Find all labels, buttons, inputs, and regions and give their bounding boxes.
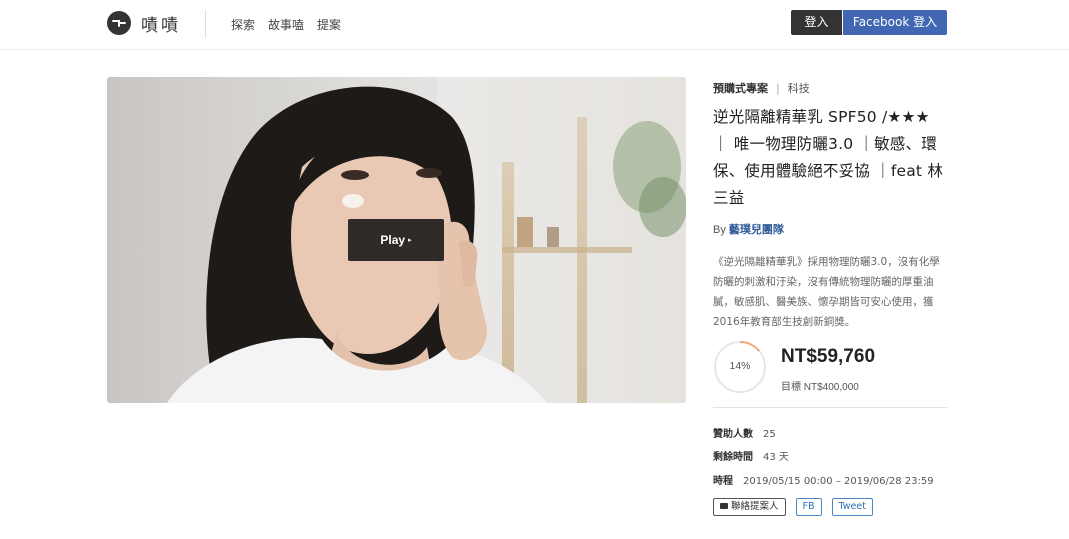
stats-divider bbox=[713, 407, 947, 408]
goal-amount: 目標 NT$400,000 bbox=[781, 382, 859, 393]
login-button[interactable]: 登入 bbox=[791, 10, 842, 35]
backers-value: 25 bbox=[763, 429, 776, 440]
backers-label: 贊助人數 bbox=[713, 429, 753, 440]
play-icon: ▸ bbox=[408, 237, 412, 244]
remaining-value: 43 天 bbox=[763, 452, 789, 463]
meta-separator: | bbox=[776, 82, 780, 95]
contact-label: 聯絡提案人 bbox=[731, 501, 779, 512]
logo-icon[interactable] bbox=[107, 11, 131, 35]
remaining-label: 剩餘時間 bbox=[713, 452, 753, 463]
backers-stat: 贊助人數 25 bbox=[713, 425, 776, 440]
raised-amount: NT$59,760 bbox=[781, 346, 876, 367]
project-meta: 預購式專案 | 科技 bbox=[713, 80, 810, 96]
project-video[interactable]: Play ▸ bbox=[107, 77, 686, 403]
facebook-login-button[interactable]: Facebook 登入 bbox=[843, 10, 947, 35]
contact-proposer-button[interactable]: 聯絡提案人 bbox=[713, 498, 786, 516]
play-button[interactable]: Play ▸ bbox=[348, 219, 444, 261]
play-label: Play bbox=[380, 233, 406, 247]
remaining-stat: 剩餘時間 43 天 bbox=[713, 448, 789, 463]
nav-stories[interactable]: 故事嗑 bbox=[268, 16, 304, 33]
period-stat: 時程 2019/05/15 00:00 – 2019/06/28 23:59 bbox=[713, 472, 934, 487]
project-description: 《逆光隔離精華乳》採用物理防曬3.0，沒有化學防曬的刺激和汙染，沒有傳統物理防曬… bbox=[713, 256, 940, 328]
logo-text[interactable]: 嘖嘖 bbox=[141, 11, 181, 36]
nav-explore[interactable]: 探索 bbox=[231, 16, 255, 33]
site-header: 嘖嘖 探索 故事嗑 提案 登入 Facebook 登入 bbox=[0, 0, 1069, 50]
team-link[interactable]: 藝璞兒團隊 bbox=[729, 223, 784, 236]
byline: By 藝璞兒團隊 bbox=[713, 221, 784, 237]
message-icon bbox=[720, 503, 728, 509]
nav-propose[interactable]: 提案 bbox=[317, 16, 341, 33]
progress-percent: 14% bbox=[729, 360, 751, 372]
period-label: 時程 bbox=[713, 476, 733, 487]
facebook-share-button[interactable]: FB bbox=[795, 498, 822, 516]
project-title: 逆光隔離精華乳 SPF50 /★★★ ｜ 唯一物理防曬3.0 ｜敏感、環保、使用… bbox=[713, 108, 944, 207]
by-label: By bbox=[713, 224, 726, 236]
tweet-button[interactable]: Tweet bbox=[831, 498, 873, 516]
period-value: 2019/05/15 00:00 – 2019/06/28 23:59 bbox=[743, 476, 934, 487]
header-divider bbox=[205, 10, 206, 38]
project-type[interactable]: 預購式專案 bbox=[713, 82, 768, 95]
share-actions: 聯絡提案人 FB Tweet bbox=[713, 498, 873, 516]
main-nav: 探索 故事嗑 提案 bbox=[231, 16, 341, 33]
project-category[interactable]: 科技 bbox=[788, 82, 810, 95]
